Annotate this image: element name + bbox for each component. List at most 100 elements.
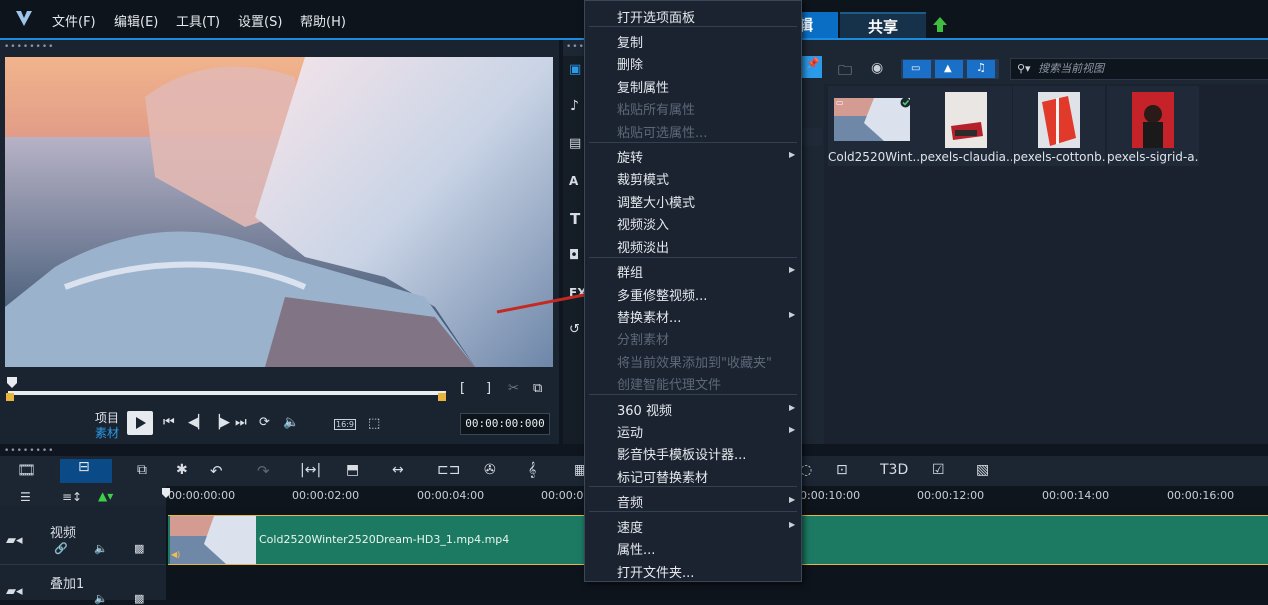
menu-item-audio[interactable]: 音频 bbox=[617, 492, 643, 511]
pin-button[interactable]: 📌 bbox=[802, 56, 822, 78]
timeline-view-button[interactable]: ⊟ bbox=[60, 459, 112, 483]
timeline-grip[interactable]: •••••••• bbox=[4, 446, 54, 456]
menu-item-properties[interactable]: 属性... bbox=[617, 539, 655, 558]
menu-item-copy[interactable]: 复制 bbox=[617, 32, 643, 51]
timecode-display[interactable]: 00:00:00:000 bbox=[460, 413, 550, 435]
clip-mode-label[interactable]: 素材 bbox=[95, 424, 119, 441]
filter-audio-button[interactable]: ♫ bbox=[967, 60, 995, 78]
filter-photo-button[interactable]: ▲ bbox=[935, 60, 963, 78]
fit-icon[interactable]: |↔| bbox=[300, 462, 321, 478]
import-folder-icon[interactable]: 🗀 bbox=[838, 60, 852, 84]
sort-icon[interactable]: ≡↕ bbox=[62, 490, 82, 504]
menu-tools[interactable]: 工具(T) bbox=[176, 11, 220, 30]
menu-item-template-designer[interactable]: 影音快手模板设计器... bbox=[617, 444, 746, 463]
mark-in-button[interactable]: [ bbox=[460, 381, 465, 396]
repeat-icon[interactable]: ⟳ bbox=[259, 415, 270, 430]
mark-out-button[interactable]: ] bbox=[486, 381, 491, 396]
library-row-highlight bbox=[802, 128, 822, 146]
tools-icon[interactable]: ✱ bbox=[176, 462, 188, 478]
playhead-icon[interactable] bbox=[6, 376, 18, 390]
menu-file[interactable]: 文件(F) bbox=[52, 11, 96, 30]
title-effect-icon[interactable]: A bbox=[569, 174, 578, 188]
tab-share[interactable]: 共享 bbox=[840, 12, 926, 40]
app-logo-icon bbox=[16, 11, 32, 26]
menu-item-replace-clip[interactable]: 替换素材... bbox=[617, 307, 681, 326]
upload-icon[interactable] bbox=[932, 16, 948, 34]
record-icon[interactable]: ◉ bbox=[871, 60, 883, 76]
video-preview[interactable] bbox=[5, 57, 553, 367]
menu-help[interactable]: 帮助(H) bbox=[300, 11, 346, 30]
next-frame-icon[interactable]: ▕▶ bbox=[210, 415, 230, 430]
menu-item-crop-mode[interactable]: 裁剪模式 bbox=[617, 169, 669, 188]
menu-item-open-options[interactable]: 打开选项面板 bbox=[617, 7, 695, 26]
music-icon[interactable]: ♪ bbox=[570, 98, 579, 114]
menu-item-fade-in[interactable]: 视频淡入 bbox=[617, 214, 669, 233]
menu-edit[interactable]: 编辑(E) bbox=[114, 11, 158, 30]
track-manager-icon[interactable]: ☰ bbox=[20, 490, 31, 504]
image-edit-icon[interactable]: ▧ bbox=[976, 462, 989, 478]
search-placeholder: 搜索当前视图 bbox=[1038, 62, 1105, 75]
storyboard-view-icon[interactable]: 🎞 bbox=[17, 461, 36, 479]
track-volume-icon[interactable]: 🔈 bbox=[94, 542, 108, 555]
track-grid-icon[interactable]: ▩ bbox=[134, 542, 144, 555]
menu-item-resize-mode[interactable]: 调整大小模式 bbox=[617, 192, 695, 211]
menu-separator bbox=[589, 511, 797, 512]
goto-start-icon[interactable]: ⏮ bbox=[163, 415, 175, 430]
aspect-ratio-button[interactable]: 16:9 bbox=[334, 419, 356, 430]
menu-item-rotate[interactable]: 旋转 bbox=[617, 147, 643, 166]
undo-icon[interactable]: ↶ bbox=[210, 462, 223, 480]
menu-item-create-proxy: 创建智能代理文件 bbox=[617, 378, 722, 393]
menu-item-speed[interactable]: 速度 bbox=[617, 517, 643, 536]
menu-item-motion[interactable]: 运动 bbox=[617, 422, 643, 441]
filter-video-button[interactable]: ▭ bbox=[903, 60, 931, 78]
trim-start-marker[interactable] bbox=[6, 393, 14, 401]
submenu-arrow-icon: ▶ bbox=[789, 425, 796, 434]
overlay-track-icon: ▰◂ bbox=[6, 584, 23, 599]
menu-item-copy-attributes[interactable]: 复制属性 bbox=[617, 77, 669, 96]
scrub-bar[interactable] bbox=[8, 391, 446, 395]
volume-icon[interactable]: 🔈 bbox=[283, 415, 299, 430]
menu-item-open-folder[interactable]: 打开文件夹... bbox=[617, 562, 694, 581]
menu-item-fade-out[interactable]: 视频淡出 bbox=[617, 237, 669, 256]
menu-separator bbox=[589, 394, 797, 395]
menu-settings[interactable]: 设置(S) bbox=[238, 11, 282, 30]
add-marker-icon[interactable]: ▲▾ bbox=[98, 489, 113, 503]
menu-item-group[interactable]: 群组 bbox=[617, 262, 643, 281]
center-icon[interactable]: ⊏⊐ bbox=[437, 462, 460, 478]
trim-end-marker[interactable] bbox=[438, 393, 446, 401]
path-icon[interactable]: ↺ bbox=[569, 322, 580, 337]
goto-end-icon[interactable]: ⏭ bbox=[235, 415, 247, 430]
crop-view-icon[interactable]: ⬒ bbox=[346, 462, 359, 478]
search-input[interactable]: ⚲▾ 搜索当前视图 bbox=[1010, 58, 1268, 80]
text-icon[interactable]: T bbox=[570, 210, 580, 228]
title-3d-button[interactable]: T3D bbox=[880, 462, 908, 478]
menu-item-add-to-favorites: 将当前效果添加到"收藏夹" bbox=[617, 356, 772, 371]
play-button[interactable] bbox=[127, 411, 153, 435]
overlay-grid-icon[interactable]: ▩ bbox=[134, 592, 144, 605]
menu-item-split-clip: 分割素材 bbox=[617, 333, 670, 348]
add-track-icon[interactable]: ⧉ bbox=[137, 462, 147, 478]
check-edit-icon[interactable]: ☑ bbox=[932, 462, 945, 478]
redo-icon[interactable]: ↷ bbox=[257, 462, 270, 480]
panel-grip[interactable]: •••••••• bbox=[4, 42, 54, 52]
menu-item-mark-replaceable[interactable]: 标记可替换素材 bbox=[617, 467, 708, 486]
clip-thumbnail bbox=[170, 516, 256, 564]
crop-icon[interactable]: ⬚ bbox=[368, 416, 380, 431]
link-icon[interactable]: 🔗 bbox=[54, 542, 68, 555]
menu-item-360-video[interactable]: 360 视频 bbox=[617, 400, 672, 419]
menu-item-delete[interactable]: 删除 bbox=[617, 54, 643, 73]
scissors-icon[interactable]: ✂ bbox=[508, 381, 519, 396]
overlay-volume-icon[interactable]: 🔈 bbox=[94, 592, 108, 605]
menu-item-multi-trim[interactable]: 多重修整视频... bbox=[617, 285, 707, 304]
audio-wave-icon[interactable]: 𝄞 bbox=[528, 462, 536, 478]
record-capture-icon[interactable]: ✇ bbox=[484, 462, 496, 478]
prev-frame-icon[interactable]: ◀▏ bbox=[188, 415, 208, 430]
snapshot-icon[interactable]: ⧉ bbox=[533, 381, 542, 396]
transition-icon[interactable]: ▤ bbox=[569, 136, 581, 151]
split-icon[interactable]: ↔ bbox=[392, 462, 404, 478]
graphics-icon[interactable]: ◘ bbox=[569, 248, 579, 263]
timeline-playhead-icon[interactable] bbox=[161, 487, 171, 501]
mask-icon[interactable]: ⊡ bbox=[836, 462, 848, 478]
media-icon[interactable]: ▣ bbox=[569, 62, 581, 77]
ruler-tick: 00:00:02:00 bbox=[292, 489, 360, 502]
